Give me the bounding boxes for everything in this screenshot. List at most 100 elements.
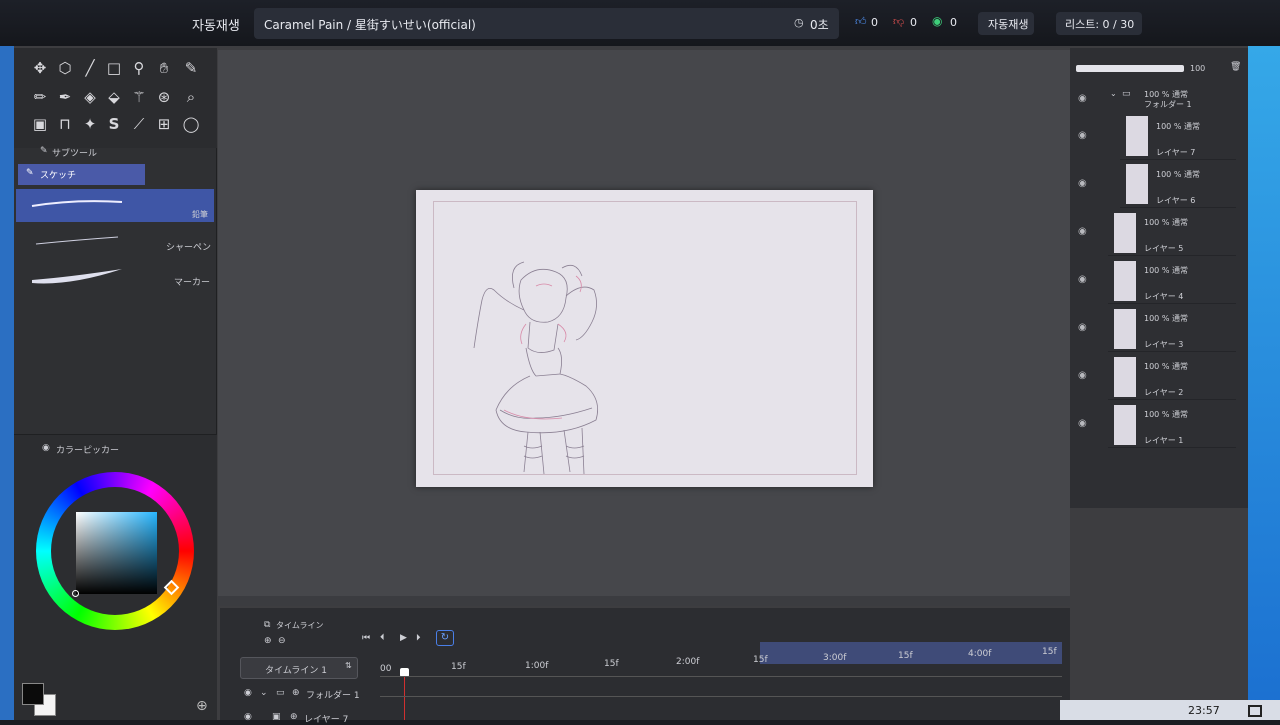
drawing-canvas[interactable] [416, 190, 873, 487]
chevron-down-icon[interactable]: ⌄ [1110, 89, 1117, 98]
zoom-in-icon[interactable]: ⊕ [264, 636, 272, 646]
brush-label: 鉛筆 [192, 210, 208, 219]
brush-label: シャーペン [166, 243, 212, 253]
pencil-icon[interactable]: ✏︎ [29, 86, 51, 108]
layer-row[interactable]: 100 % 通常 レイヤー 7 [1120, 114, 1236, 160]
ruler-label: 2:00f [676, 657, 700, 667]
track-eye-icon[interactable]: ◉ [244, 712, 252, 722]
brush-label: マーカー [174, 278, 211, 288]
text-icon[interactable]: S [103, 113, 125, 135]
autoplay-button-label: 자동재생 [988, 18, 1029, 31]
prev-frame-icon[interactable]: ⏴ [380, 633, 385, 643]
layer-blend: 100 % 通常 [1144, 314, 1188, 323]
first-frame-icon[interactable]: ⏮ [362, 633, 370, 643]
ruler-label: 3:00f [823, 653, 847, 663]
brush-item-pencil[interactable]: 鉛筆 [16, 189, 214, 222]
brush-icon[interactable]: ✎ [180, 57, 202, 79]
layer-thumbnail [1126, 116, 1148, 156]
line-icon[interactable]: ╱ [79, 57, 101, 79]
eraser-icon[interactable]: ◈ [79, 86, 101, 108]
track-title-bar[interactable]: Caramel Pain / 星街すいせい(official) ◷ 0초 [254, 8, 839, 39]
mechanical-pencil-stroke-preview [35, 236, 119, 245]
add-color-icon[interactable]: ⊕ [196, 698, 208, 714]
desktop-right-edge [1248, 46, 1280, 720]
grid-icon[interactable]: ⊞ [153, 113, 175, 135]
visibility-eye-icon[interactable]: ◉ [1078, 370, 1087, 381]
layer-row[interactable]: 100 % 通常 レイヤー 1 [1108, 402, 1236, 448]
add-icon[interactable]: ⊕ [290, 712, 298, 722]
hand-icon[interactable]: ✋︎ [153, 57, 175, 79]
next-frame-icon[interactable]: ⏵ [416, 633, 421, 643]
sparkle-icon[interactable]: ✦ [79, 113, 101, 135]
layer-row[interactable]: 100 % 通常 レイヤー 6 [1120, 162, 1236, 208]
transform-icon[interactable]: ⬡ [54, 57, 76, 79]
subtool-group-tab[interactable]: ✎ スケッチ [18, 164, 145, 185]
visibility-eye-icon[interactable]: ◉ [1078, 274, 1087, 285]
ruler-label: 15f [753, 655, 768, 665]
gradient-icon[interactable]: ▣ [29, 113, 51, 135]
layer-name: レイヤー 1 [1144, 436, 1184, 445]
thumbs-down-icon[interactable]: 👎︎ [893, 15, 904, 28]
brush-item-mechanical-pencil[interactable]: シャーペン [16, 226, 214, 260]
folder-icon: ▭ [1122, 89, 1131, 99]
lock-icon[interactable]: ⊓ [54, 113, 76, 135]
timeline-ruler[interactable]: 00 15f 1:00f 15f 2:00f 15f 3:00f 15f 4:0… [370, 647, 1060, 674]
timeline-select[interactable]: タイムライン 1 ⇅ [240, 657, 358, 679]
view-count: 0 [950, 16, 957, 29]
track-divider [380, 676, 1062, 677]
lasso-icon[interactable]: ◯ [180, 113, 202, 135]
track-eye-icon[interactable]: ◉ [244, 688, 252, 698]
canvas-horizontal-scrollbar[interactable] [218, 596, 1070, 606]
visibility-eye-icon[interactable]: ◉ [1078, 178, 1087, 189]
move-icon[interactable]: ✥ [29, 57, 51, 79]
autoplay-button[interactable]: 자동재생 [978, 12, 1034, 35]
chevron-down-icon[interactable]: ⌄ [260, 688, 268, 698]
main-color-swatch[interactable] [22, 683, 44, 705]
rectangle-icon[interactable]: □ [103, 57, 125, 79]
timeline-select-value: タイムライン 1 [265, 666, 327, 676]
visibility-eye-icon[interactable]: ◉ [1078, 322, 1087, 333]
hue-ring[interactable] [36, 472, 194, 630]
layer-name: レイヤー 6 [1156, 196, 1196, 205]
loop-icon[interactable]: ↻ [436, 630, 454, 646]
add-icon[interactable]: ⊕ [292, 688, 300, 698]
eyedropper-icon[interactable]: ⚲ [128, 57, 150, 79]
ruler-icon[interactable]: ⟋ [128, 113, 150, 135]
opacity-slider[interactable] [1076, 65, 1184, 72]
magic-wand-icon[interactable]: ⚚ [128, 86, 150, 108]
visibility-eye-icon[interactable]: ◉ [1078, 93, 1087, 104]
blend-icon[interactable]: ⊛ [153, 86, 175, 108]
play-icon[interactable]: ▶ [400, 633, 407, 643]
opacity-value: 100 [1190, 64, 1206, 73]
trash-icon[interactable]: 🗑︎ [1230, 62, 1241, 72]
zoom-out-icon[interactable]: ⊖ [278, 636, 286, 646]
layer-row[interactable]: 100 % 通常 レイヤー 5 [1108, 210, 1236, 256]
layer-row[interactable]: 100 % 通常 レイヤー 4 [1108, 258, 1236, 304]
saturation-value-square[interactable] [76, 512, 157, 594]
ruler-label: 1:00f [525, 661, 549, 671]
timeline-header: タイムライン [276, 621, 324, 630]
visibility-eye-icon[interactable]: ◉ [1078, 226, 1087, 237]
ruler-label: 4:00f [968, 649, 992, 659]
color-cursor[interactable] [72, 590, 79, 597]
color-picker-header: カラーピッカー [56, 446, 120, 456]
list-status[interactable]: 리스트: 0 / 30 [1056, 12, 1142, 35]
track-divider [380, 696, 1062, 697]
fill-icon[interactable]: ⬙ [103, 86, 125, 108]
layer-row[interactable]: 100 % 通常 レイヤー 3 [1108, 306, 1236, 352]
visibility-eye-icon[interactable]: ◉ [1078, 130, 1087, 141]
pen-icon[interactable]: ✒︎ [54, 86, 76, 108]
brush-item-marker[interactable]: マーカー [16, 260, 214, 294]
thumbs-up-icon[interactable]: 👍︎ [855, 15, 867, 28]
folder-icon: ▭ [276, 688, 285, 698]
notification-icon[interactable] [1248, 705, 1262, 717]
layer-name: レイヤー 4 [1144, 292, 1184, 301]
zoom-icon[interactable]: ⌕ [180, 86, 202, 108]
layer-folder-row[interactable]: ⌄ ▭ 100 % 通常 フォルダー 1 [1108, 86, 1236, 112]
ruler-label: 15f [898, 651, 913, 661]
media-top-bar: 자동재생 Caramel Pain / 星街すいせい(official) ◷ 0… [0, 0, 1280, 46]
visibility-eye-icon[interactable]: ◉ [1078, 418, 1087, 429]
folder-name: フォルダー 1 [1144, 100, 1192, 109]
layer-row[interactable]: 100 % 通常 レイヤー 2 [1108, 354, 1236, 400]
color-picker-icon: ◉ [42, 443, 50, 453]
